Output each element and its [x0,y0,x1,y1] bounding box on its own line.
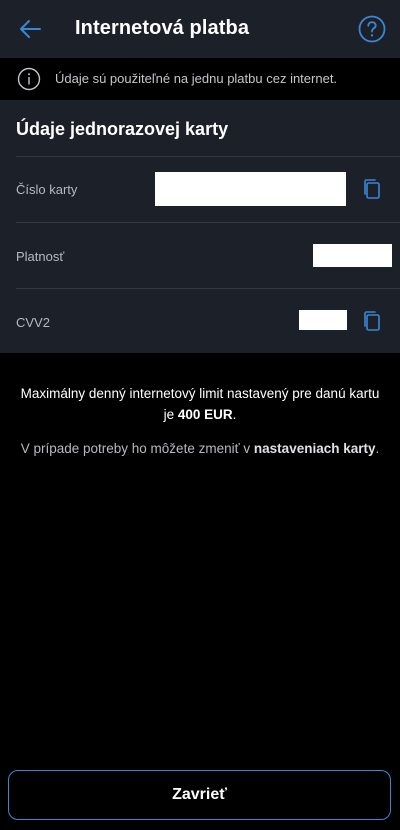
close-button[interactable]: Zavrieť [8,770,391,820]
info-banner-text: Údaje sú použiteľné na jednu platbu cez … [55,71,338,86]
card-details-panel: Údaje jednorazovej karty Číslo karty Pla… [0,100,400,353]
internet-payment-screen: Internetová platba Údaje sú použiteľné n… [0,0,400,830]
info-banner: Údaje sú použiteľné na jednu platbu cez … [0,58,400,100]
change-limit-description: V prípade potreby ho môžete zmeniť v [20,441,251,456]
validity-label: Platnosť [16,249,65,264]
card-number-row: Číslo karty [0,156,400,222]
validity-value [313,244,392,267]
copy-cvv2-button[interactable] [361,310,383,332]
change-limit-period: . [375,441,380,456]
cvv2-value [299,310,347,330]
copy-card-number-button[interactable] [361,178,383,200]
daily-limit-text: Maximálny denný internetový limit nastav… [0,383,400,425]
page-title: Internetová platba [75,17,250,39]
change-limit-text: V prípade potreby ho môžete zmeniť v nas… [0,441,400,456]
cvv2-row: CVV2 [0,288,400,354]
arrow-left-icon [20,20,41,38]
copy-icon [364,179,380,199]
divider [16,288,400,289]
copy-icon [364,311,380,331]
divider [16,156,400,157]
cvv2-label: CVV2 [16,315,50,330]
daily-limit-period: . [232,407,237,422]
daily-limit-amount: 400 EUR [177,407,233,422]
card-number-value [155,172,346,206]
back-button[interactable] [12,12,48,46]
card-settings-link[interactable]: nastaveniach karty [254,441,376,456]
divider [16,222,400,223]
header-bar: Internetová platba [0,0,400,58]
validity-row: Platnosť [0,222,400,288]
question-circle-icon [358,15,386,43]
help-button[interactable] [358,15,386,43]
card-details-title: Údaje jednorazovej karty [16,119,229,139]
card-number-label: Číslo karty [16,182,78,197]
info-circle-icon [17,67,41,91]
